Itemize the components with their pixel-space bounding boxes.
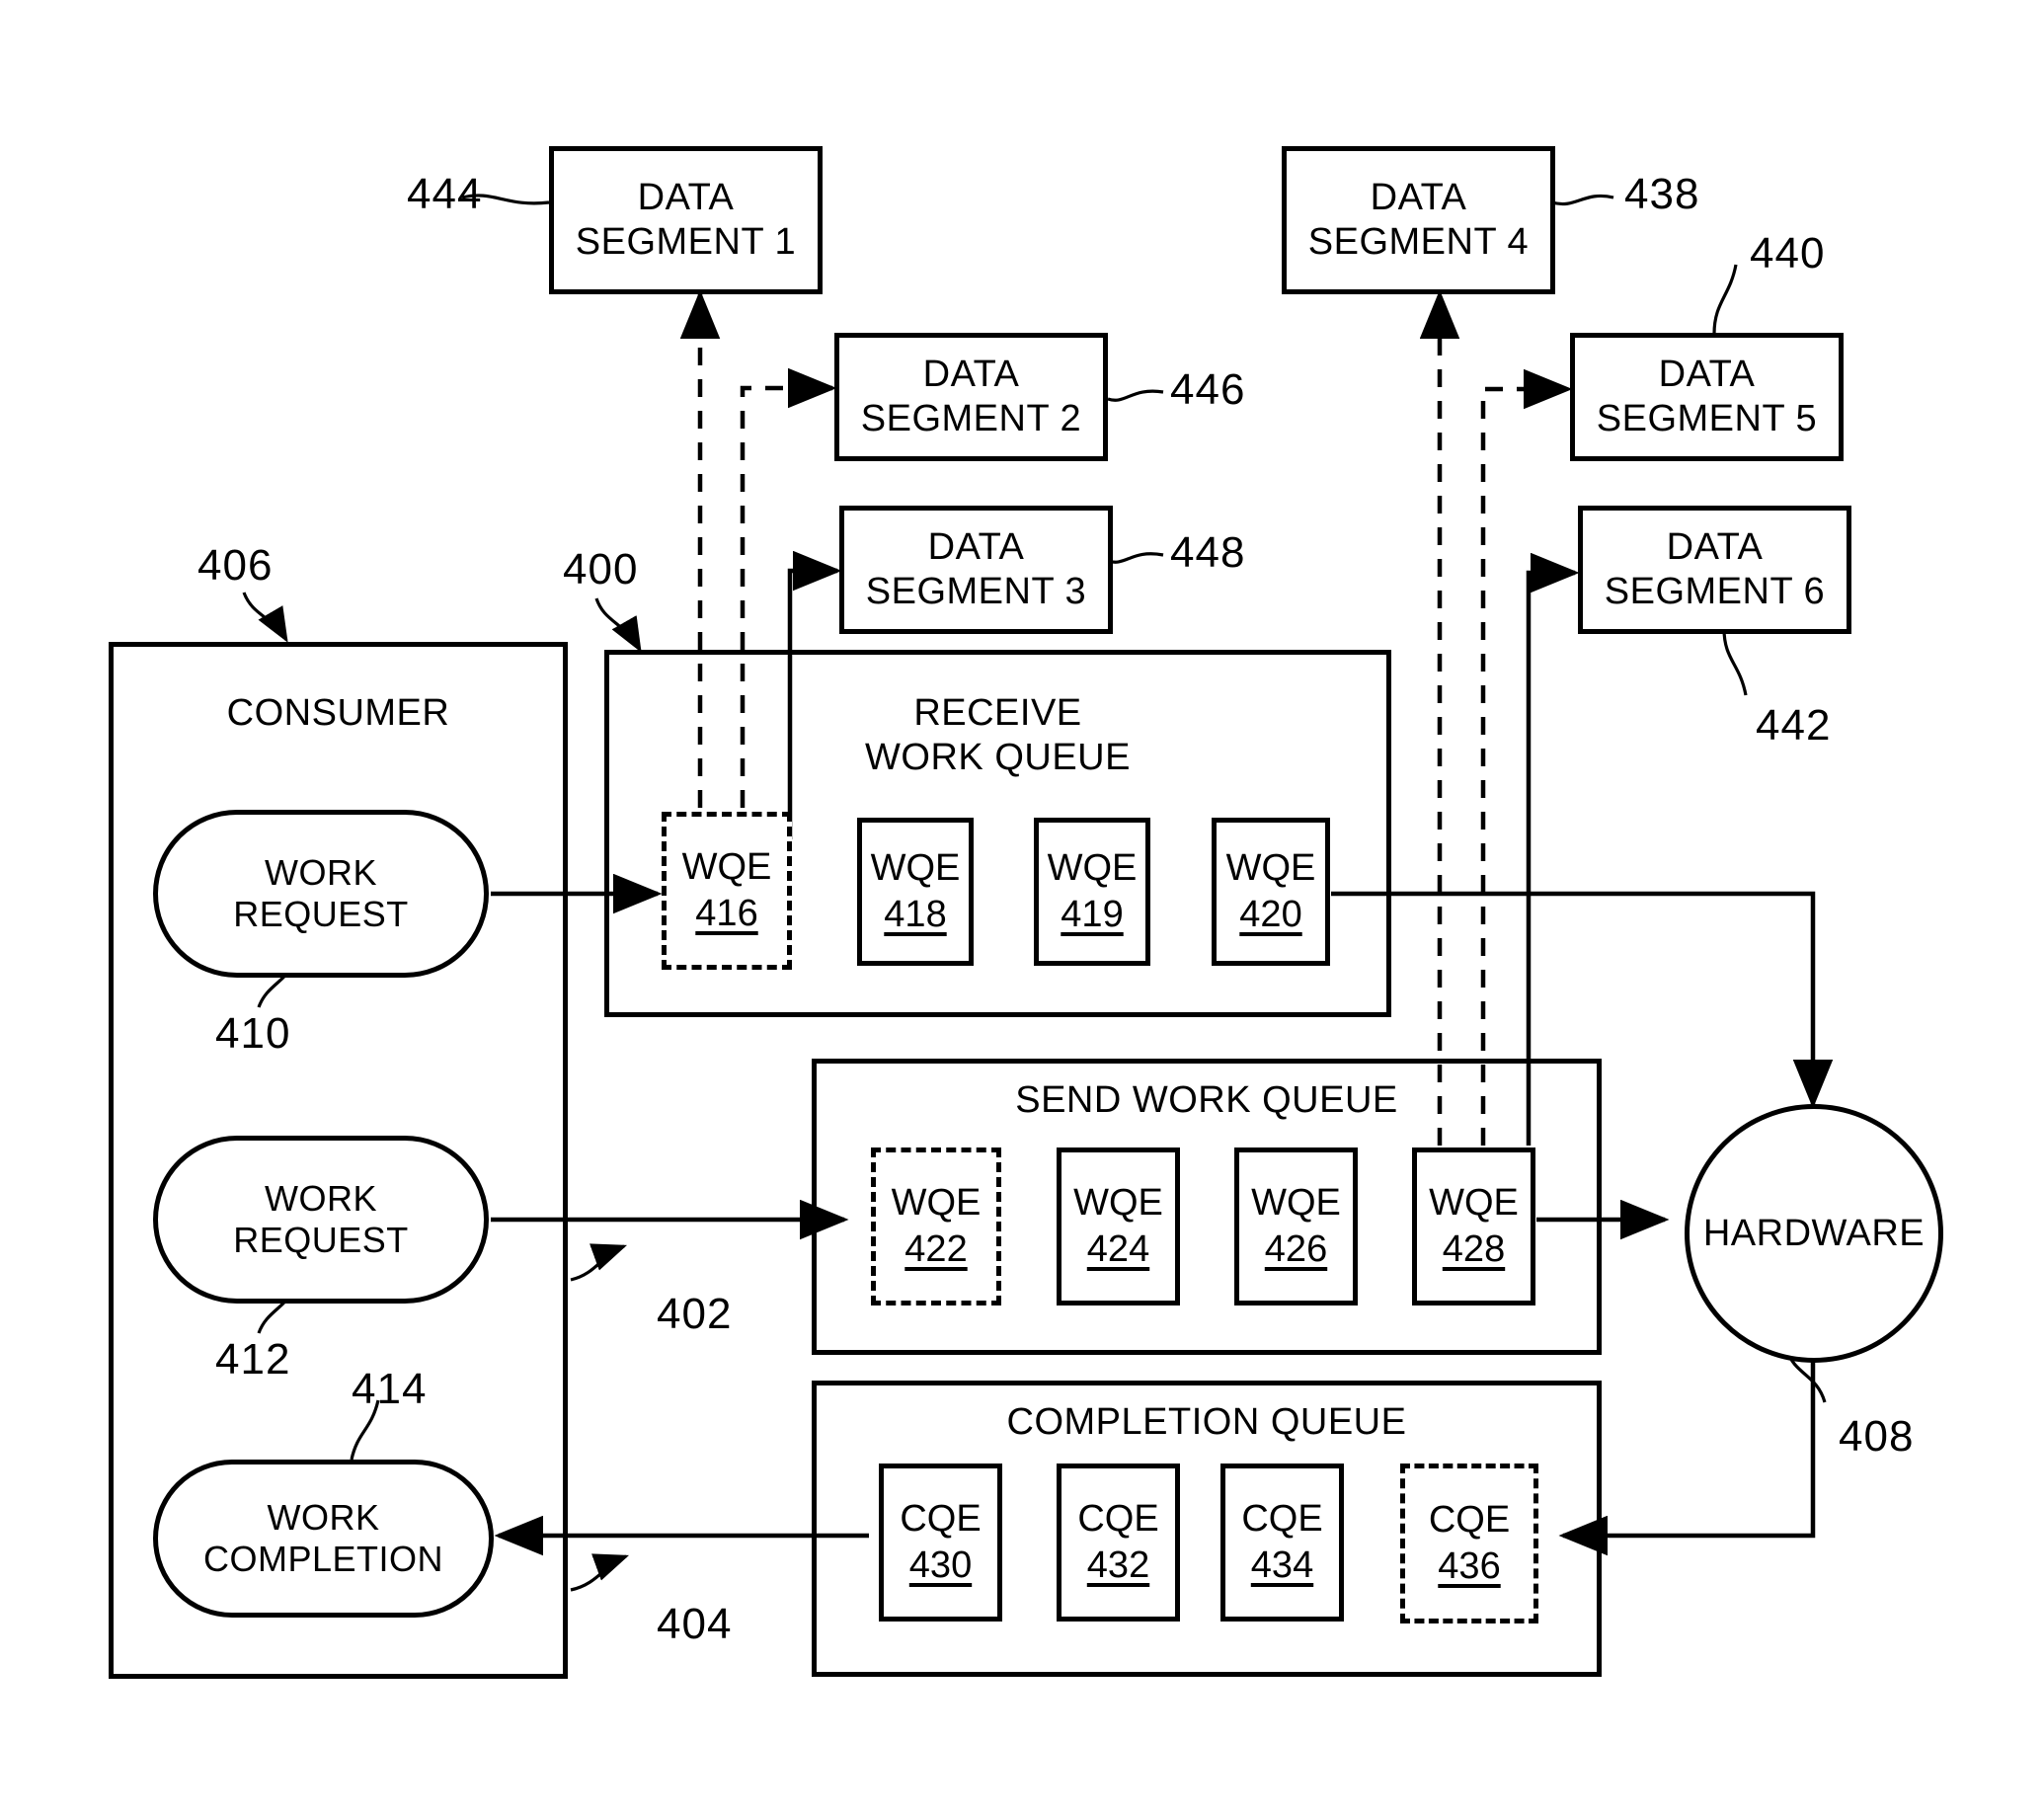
completion-cqe-434-number: 434: [1250, 1544, 1314, 1586]
completion-cqe-432-number: 432: [1086, 1544, 1150, 1586]
receive-work-queue-title: RECEIVE WORK QUEUE: [604, 691, 1391, 780]
work-request-412-line2: REQUEST: [233, 1220, 409, 1260]
receive-wqe-416-number: 416: [695, 893, 758, 934]
send-wqe-422-number: 422: [904, 1228, 968, 1270]
receive-wqe-420-label: WQE: [1225, 846, 1316, 889]
ref-446: 446: [1170, 365, 1246, 414]
data-segment-3-box: DATA SEGMENT 3: [839, 506, 1113, 634]
send-wqe-424: WQE 424: [1057, 1147, 1180, 1306]
receive-wqe-418-number: 418: [884, 894, 947, 935]
send-wqe-426: WQE 426: [1234, 1147, 1358, 1306]
completion-cqe-436-number: 436: [1438, 1545, 1501, 1587]
data-segment-4-line2: SEGMENT 4: [1307, 221, 1530, 263]
data-segment-2-line2: SEGMENT 2: [860, 398, 1082, 439]
completion-cqe-430-number: 430: [908, 1544, 973, 1586]
data-segment-3-line2: SEGMENT 3: [865, 571, 1087, 612]
hardware-circle: HARDWARE: [1685, 1104, 1943, 1363]
receive-wqe-416-label: WQE: [681, 845, 772, 888]
completion-cqe-430: CQE 430: [879, 1464, 1002, 1622]
data-segment-1-line1: DATA: [637, 177, 735, 219]
send-wqe-424-label: WQE: [1073, 1181, 1163, 1224]
completion-cqe-432-label: CQE: [1077, 1497, 1159, 1540]
send-wqe-428-number: 428: [1442, 1228, 1506, 1270]
receive-wqe-419-number: 419: [1061, 894, 1124, 935]
work-request-410-line1: WORK: [265, 851, 377, 893]
send-work-queue-title: SEND WORK QUEUE: [1015, 1079, 1398, 1121]
send-wqe-422: WQE 422: [871, 1147, 1001, 1306]
receive-wqe-419-label: WQE: [1047, 846, 1138, 889]
work-request-412-line1: WORK: [265, 1177, 377, 1219]
send-wqe-426-number: 426: [1264, 1228, 1328, 1270]
data-segment-6-box: DATA SEGMENT 6: [1578, 506, 1851, 634]
data-segment-2-box: DATA SEGMENT 2: [834, 333, 1108, 461]
ref-400: 400: [563, 545, 639, 593]
ref-448: 448: [1170, 528, 1246, 577]
receive-wqe-418: WQE 418: [857, 818, 974, 966]
work-request-410-pill: WORK REQUEST: [153, 810, 489, 978]
data-segment-5-box: DATA SEGMENT 5: [1570, 333, 1844, 461]
completion-cqe-430-label: CQE: [900, 1497, 982, 1540]
receive-wqe-419: WQE 419: [1034, 818, 1150, 966]
send-wqe-424-number: 424: [1086, 1228, 1150, 1270]
ref-442: 442: [1756, 701, 1832, 750]
completion-cqe-436: CQE 436: [1400, 1464, 1538, 1623]
receive-wqe-416: WQE 416: [662, 812, 792, 970]
completion-cqe-436-label: CQE: [1428, 1498, 1511, 1541]
receive-wqe-418-label: WQE: [870, 846, 961, 889]
work-completion-414-line1: WORK: [267, 1496, 380, 1538]
data-segment-3-line1: DATA: [927, 526, 1025, 569]
send-wqe-428-label: WQE: [1429, 1181, 1519, 1224]
data-segment-2-line1: DATA: [922, 354, 1020, 396]
figure-canvas: DATA SEGMENT 1 444 DATA SEGMENT 2 446 DA…: [0, 0, 2044, 1820]
send-wqe-428: WQE 428: [1412, 1147, 1535, 1306]
ref-438: 438: [1624, 170, 1700, 218]
ref-414: 414: [352, 1365, 428, 1413]
receive-work-queue-title-line1: RECEIVE: [913, 692, 1082, 734]
receive-work-queue-title-line2: WORK QUEUE: [865, 736, 1131, 778]
data-segment-5-line1: DATA: [1658, 354, 1756, 396]
completion-cqe-434: CQE 434: [1220, 1464, 1344, 1622]
work-request-410-line2: REQUEST: [233, 894, 409, 934]
work-completion-414-line2: COMPLETION: [202, 1539, 444, 1579]
ref-444: 444: [407, 170, 483, 218]
send-wqe-422-label: WQE: [891, 1181, 982, 1224]
receive-wqe-420: WQE 420: [1212, 818, 1330, 966]
data-segment-1-box: DATA SEGMENT 1: [549, 146, 823, 294]
completion-cqe-434-label: CQE: [1241, 1497, 1323, 1540]
data-segment-4-line1: DATA: [1370, 177, 1467, 219]
ref-404: 404: [657, 1600, 733, 1648]
consumer-title: CONSUMER: [226, 692, 450, 734]
ref-406: 406: [197, 541, 274, 590]
data-segment-1-line2: SEGMENT 1: [575, 221, 797, 263]
receive-wqe-420-number: 420: [1239, 894, 1302, 935]
ref-410: 410: [215, 1009, 291, 1058]
data-segment-6-line1: DATA: [1666, 526, 1764, 569]
ref-402: 402: [657, 1290, 733, 1338]
ref-408: 408: [1839, 1412, 1915, 1461]
completion-cqe-432: CQE 432: [1057, 1464, 1180, 1622]
data-segment-6-line2: SEGMENT 6: [1604, 571, 1826, 612]
data-segment-5-line2: SEGMENT 5: [1596, 398, 1818, 439]
work-request-412-pill: WORK REQUEST: [153, 1136, 489, 1304]
send-wqe-426-label: WQE: [1251, 1181, 1341, 1224]
data-segment-4-box: DATA SEGMENT 4: [1282, 146, 1555, 294]
ref-440: 440: [1750, 229, 1826, 277]
completion-queue-title: COMPLETION QUEUE: [1006, 1401, 1407, 1443]
ref-412: 412: [215, 1335, 291, 1384]
work-completion-414-pill: WORK COMPLETION: [153, 1460, 494, 1618]
